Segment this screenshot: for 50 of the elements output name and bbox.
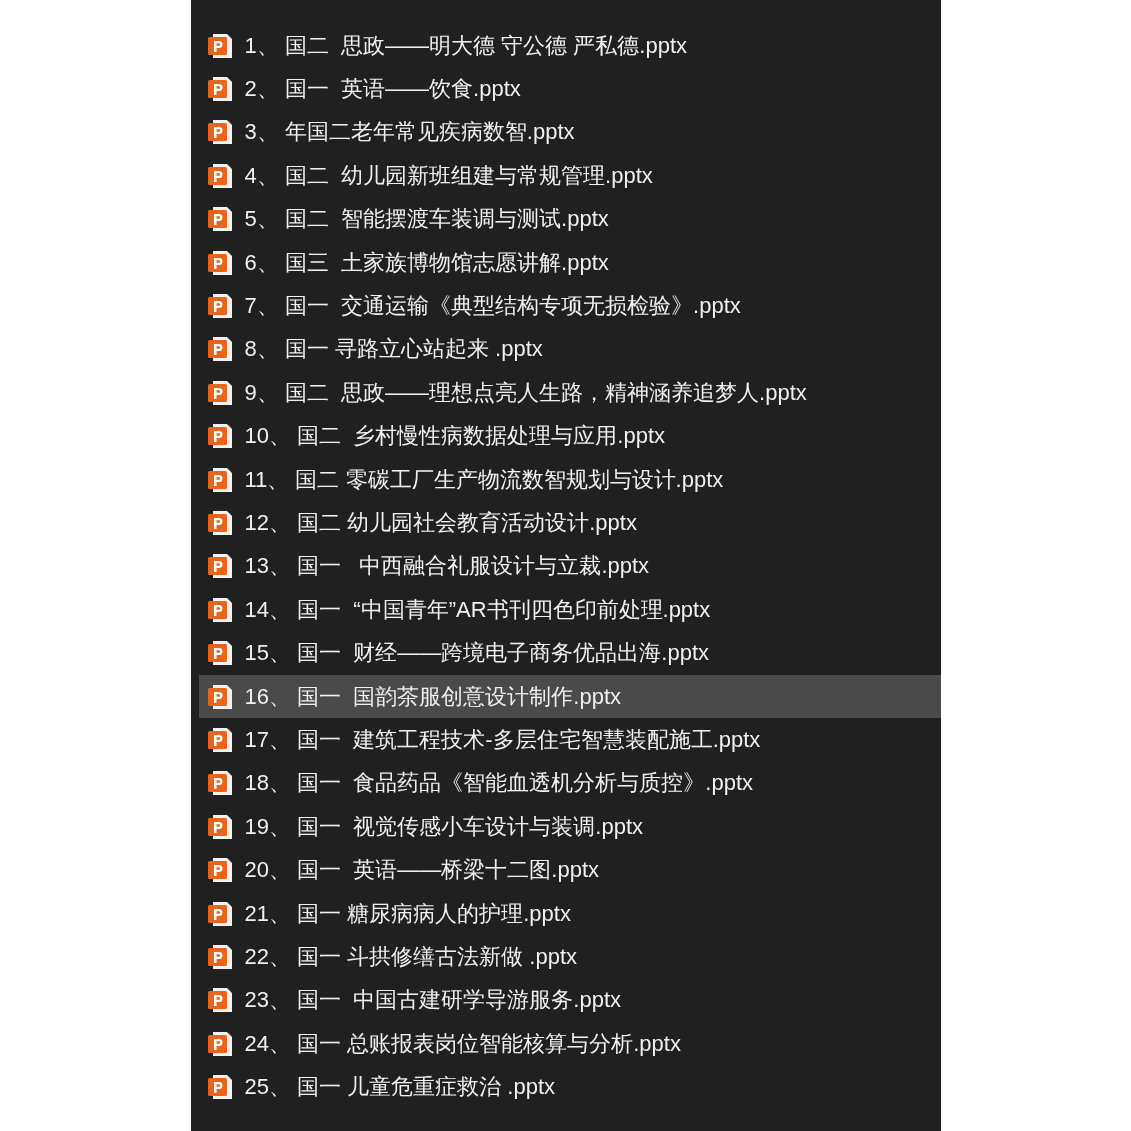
- file-list-item[interactable]: 2、 国一 英语——饮食.pptx: [198, 67, 941, 111]
- file-name: 23、 国一 中国古建研学导游服务.pptx: [244, 989, 621, 1012]
- file-name: 7、 国一 交通运输《典型结构专项无损检验》.pptx: [244, 295, 741, 318]
- file-name: 20、 国一 英语——桥梁十二图.pptx: [244, 859, 599, 882]
- file-list-item[interactable]: 21、 国一 糖尿病病人的护理.pptx: [198, 891, 941, 936]
- file-name: 15、 国一 财经——跨境电子商务优品出海.pptx: [244, 642, 709, 665]
- file-name: 10、 国二 乡村慢性病数据处理与应用.pptx: [244, 425, 665, 448]
- file-list-item[interactable]: 6、 国三 土家族博物馆志愿讲解.pptx: [198, 240, 941, 285]
- file-name: 2、 国一 英语——饮食.pptx: [244, 78, 521, 101]
- file-name: 13、 国一 中西融合礼服设计与立裁.pptx: [244, 555, 650, 578]
- file-name: 9、 国二 思政——理想点亮人生路，精神涵养追梦人.pptx: [244, 381, 807, 404]
- file-list-item[interactable]: 15、 国一 财经——跨境电子商务优品出海.pptx: [198, 631, 941, 675]
- file-list-item[interactable]: 1、 国二 思政——明大德 守公德 严私德.pptx: [198, 24, 941, 68]
- file-list-item[interactable]: 9、 国二 思政——理想点亮人生路，精神涵养追梦人.pptx: [198, 371, 941, 415]
- file-name: 1、 国二 思政——明大德 守公德 严私德.pptx: [244, 34, 687, 57]
- file-name: 17、 国一 建筑工程技术-多层住宅智慧装配施工.pptx: [244, 728, 761, 751]
- file-list-item[interactable]: 11、 国二 零碳工厂生产物流数智规划与设计.pptx: [198, 457, 941, 502]
- file-name: 3、 年国二老年常见疾病数智.pptx: [244, 121, 575, 144]
- file-name: 14、 国一 “中国青年”AR书刊四色印前处理.pptx: [244, 598, 711, 621]
- file-list-item[interactable]: 7、 国一 交通运输《典型结构专项无损检验》.pptx: [198, 284, 941, 328]
- file-list-item[interactable]: 5、 国二 智能摆渡车装调与测试.pptx: [198, 197, 941, 241]
- file-name: 4、 国二 幼儿园新班组建与常规管理.pptx: [244, 164, 653, 187]
- file-list-item[interactable]: 24、 国一 总账报表岗位智能核算与分析.pptx: [198, 1022, 941, 1066]
- file-list-item[interactable]: 17、 国一 建筑工程技术-多层住宅智慧装配施工.pptx: [198, 718, 941, 762]
- file-name: 11、 国二 零碳工厂生产物流数智规划与设计.pptx: [244, 468, 724, 491]
- file-list-item[interactable]: 23、 国一 中国古建研学导游服务.pptx: [198, 978, 941, 1022]
- file-list-item[interactable]: 16、 国一 国韵茶服创意设计制作.pptx: [198, 674, 941, 719]
- file-name: 21、 国一 糖尿病病人的护理.pptx: [244, 902, 571, 925]
- file-list-item[interactable]: 8、 国一 寻路立心站起来 .pptx: [198, 327, 941, 372]
- file-name: 22、 国一 斗拱修缮古法新做 .pptx: [244, 945, 577, 968]
- file-list-item[interactable]: 4、 国二 幼儿园新班组建与常规管理.pptx: [198, 154, 941, 198]
- file-name: 16、 国一 国韵茶服创意设计制作.pptx: [244, 685, 621, 708]
- file-list-item[interactable]: 19、 国一 视觉传感小车设计与装调.pptx: [198, 805, 941, 849]
- file-name: 25、 国一 儿童危重症救治 .pptx: [244, 1076, 555, 1099]
- file-name: 24、 国一 总账报表岗位智能核算与分析.pptx: [244, 1032, 681, 1055]
- file-list-item[interactable]: 20、 国一 英语——桥梁十二图.pptx: [198, 848, 941, 892]
- file-list-item[interactable]: 10、 国二 乡村慢性病数据处理与应用.pptx: [198, 414, 941, 458]
- file-list-item[interactable]: 25、 国一 儿童危重症救治 .pptx: [198, 1065, 941, 1109]
- file-list-item[interactable]: 3、 年国二老年常见疾病数智.pptx: [198, 110, 941, 155]
- file-name: 19、 国一 视觉传感小车设计与装调.pptx: [244, 815, 643, 838]
- file-list-item[interactable]: 14、 国一 “中国青年”AR书刊四色印前处理.pptx: [198, 588, 941, 632]
- file-name: 12、 国二 幼儿园社会教育活动设计.pptx: [244, 512, 637, 534]
- file-list-item[interactable]: 22、 国一 斗拱修缮古法新做 .pptx: [198, 935, 941, 979]
- file-list-item[interactable]: 13、 国一 中西融合礼服设计与立裁.pptx: [198, 544, 941, 589]
- file-name: 18、 国一 食品药品《智能血透机分析与质控》.pptx: [244, 772, 753, 795]
- file-name: 5、 国二 智能摆渡车装调与测试.pptx: [244, 208, 609, 231]
- file-list-item[interactable]: 18、 国一 食品药品《智能血透机分析与质控》.pptx: [198, 761, 941, 806]
- file-list-item[interactable]: 12、 国二 幼儿园社会教育活动设计.pptx: [198, 501, 941, 545]
- file-name: 6、 国三 土家族博物馆志愿讲解.pptx: [244, 251, 609, 274]
- file-name: 8、 国一 寻路立心站起来 .pptx: [244, 338, 543, 361]
